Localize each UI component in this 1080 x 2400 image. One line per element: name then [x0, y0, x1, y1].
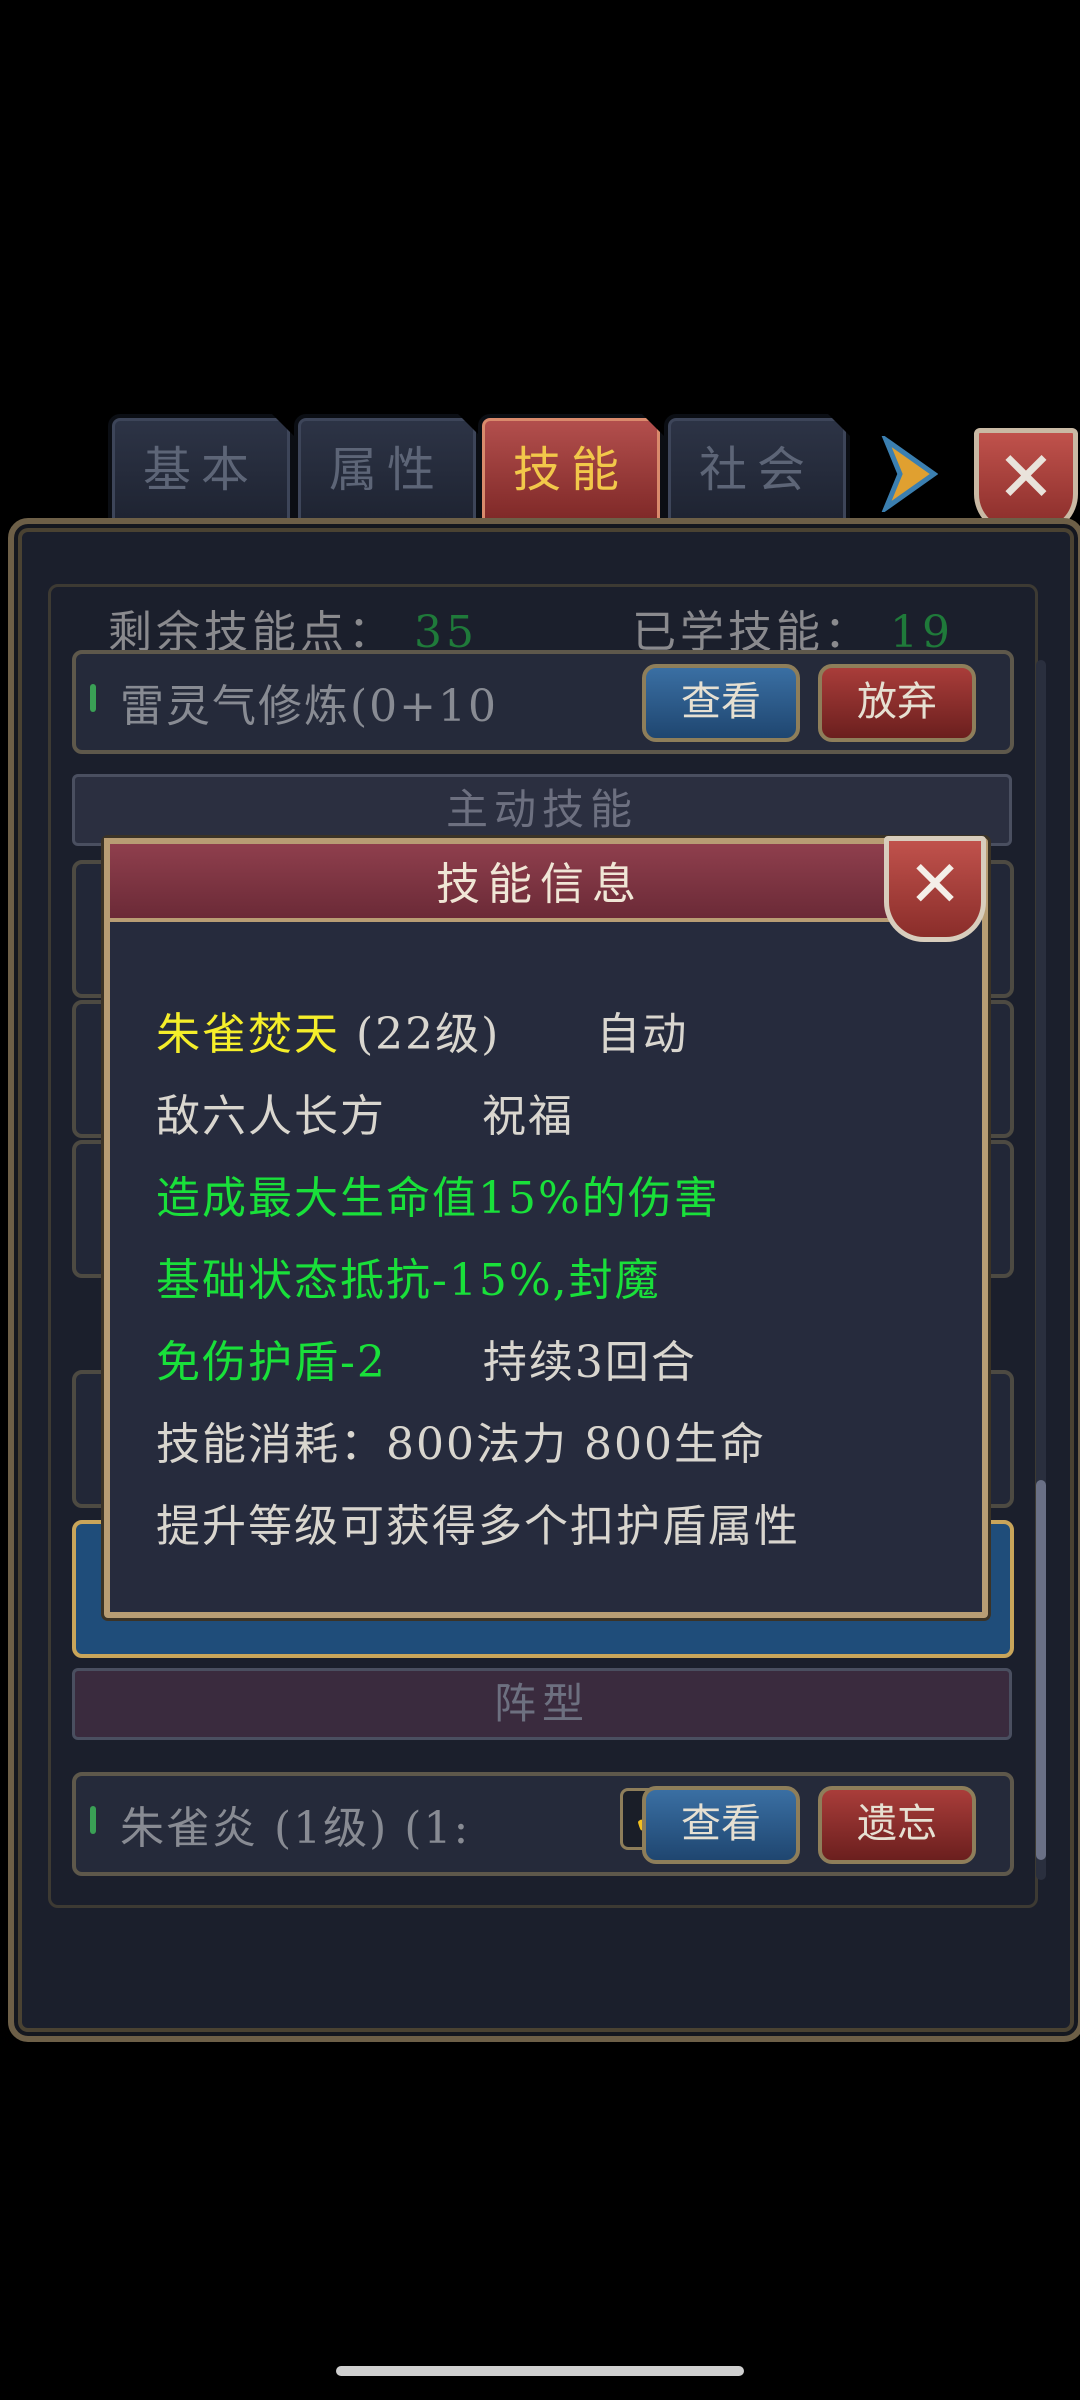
skill-title-line: 朱雀焚天 (22级) 自动	[156, 998, 688, 1062]
tab-basic-label: 基本	[142, 442, 259, 498]
section-formation-label: 阵型	[493, 1679, 590, 1728]
tab-social[interactable]: 社会	[664, 414, 850, 534]
next-arrow-icon[interactable]	[878, 436, 938, 512]
tab-basic[interactable]: 基本	[108, 414, 294, 534]
formation-name: 朱雀炎 (1级) (1:	[120, 1803, 471, 1854]
list-item: 雷灵气修炼(0+10 查看 放弃	[72, 650, 1014, 754]
tab-social-label: 社会	[698, 442, 815, 498]
view-button[interactable]: 查看	[642, 664, 800, 742]
skill-mode: 自动	[596, 1009, 689, 1060]
row-indicator	[90, 684, 96, 712]
forget-button[interactable]: 遗忘	[818, 1786, 976, 1864]
section-active-skills: 主动技能	[72, 774, 1012, 846]
skill-target-line: 敌六人长方 祝福	[156, 1080, 574, 1144]
skill-name: 朱雀焚天	[156, 1009, 340, 1060]
skill-effect-1: 造成最大生命值15%的伤害	[156, 1173, 720, 1224]
skill-name: 雷灵气修炼(0+10	[120, 681, 499, 732]
home-indicator[interactable]	[336, 2366, 744, 2376]
tab-attributes[interactable]: 属性	[294, 414, 480, 534]
skill-duration: 持续3回合	[482, 1337, 697, 1388]
tab-skills[interactable]: 技能	[478, 414, 664, 534]
list-item: 朱雀炎 (1级) (1: ✓ 查看 遗忘	[72, 1772, 1014, 1876]
skill-cost: 技能消耗：800法力 800生命	[156, 1419, 766, 1470]
skill-upgrade-hint: 提升等级可获得多个扣护盾属性	[156, 1501, 800, 1552]
row-indicator	[90, 1806, 96, 1834]
skill-effect-3-line: 免伤护盾-2 持续3回合	[156, 1326, 697, 1390]
dialog-title: 技能信息	[436, 859, 644, 910]
dialog-close-button[interactable]: ✕	[884, 836, 986, 942]
section-active-skills-label: 主动技能	[445, 785, 638, 834]
tab-attributes-label: 属性	[328, 442, 445, 498]
list-scroll-thumb[interactable]	[1036, 1480, 1046, 1860]
abandon-button[interactable]: 放弃	[818, 664, 976, 742]
view-button[interactable]: 查看	[642, 1786, 800, 1864]
skill-target: 敌六人长方	[156, 1091, 386, 1142]
skill-effect-3: 免伤护盾-2	[156, 1337, 387, 1388]
section-formation: 阵型	[72, 1668, 1012, 1740]
tab-skills-label: 技能	[512, 442, 629, 498]
skill-effect-2: 基础状态抵抗-15%,封魔	[156, 1255, 661, 1306]
skill-level: (22级)	[356, 1009, 501, 1060]
skill-type: 祝福	[482, 1091, 574, 1142]
